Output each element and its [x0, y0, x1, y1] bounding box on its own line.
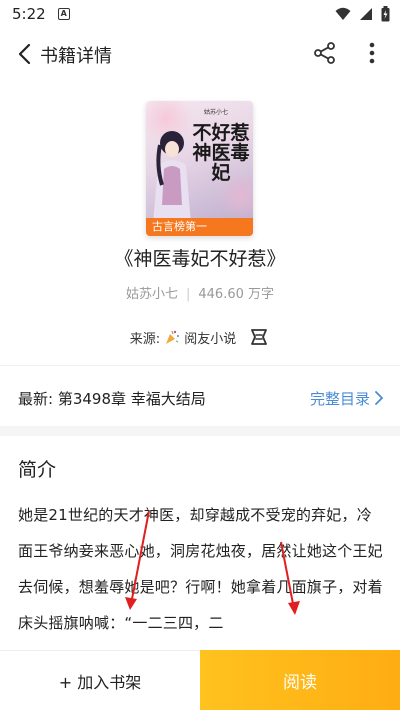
more-vertical-icon[interactable]	[362, 40, 382, 66]
cover-title-art: 不好惹神医毒妃	[192, 122, 250, 184]
cover-author: 姑苏小七	[204, 109, 229, 116]
battery-icon	[381, 6, 390, 22]
app-notification-icon: A	[57, 8, 70, 20]
party-popper-icon	[166, 330, 180, 344]
add-to-shelf-label[interactable]: + 加入书架	[59, 669, 142, 693]
section-gap	[0, 426, 400, 436]
back-arrow-icon[interactable]	[14, 42, 38, 66]
status-indicators	[335, 6, 390, 22]
book-title: 《神医毒妃不好惹》	[114, 248, 286, 270]
cover-rank-badge: 古言榜第一	[146, 218, 253, 236]
book-cover[interactable]: 姑苏小七 不好惹神医毒妃 古言榜第一	[146, 101, 253, 236]
wifi-icon	[335, 7, 351, 20]
chevron-right-icon	[375, 391, 383, 405]
status-bar: 5:22 A	[0, 0, 400, 28]
full-catalog-label[interactable]: 完整目录	[310, 388, 370, 409]
meta-separator: |	[186, 287, 191, 302]
latest-chapter-row[interactable]: 最新: 第3498章 幸福大结局 完整目录	[18, 386, 384, 410]
share-icon[interactable]	[312, 40, 338, 66]
read-button[interactable]: 阅读	[200, 650, 400, 710]
app-header: 书籍详情	[0, 34, 400, 74]
latest-chapter[interactable]: 最新: 第3498章 幸福大结局	[18, 388, 206, 409]
add-to-shelf-button[interactable]: + 加入书架	[0, 650, 200, 710]
status-time: 5:22	[12, 5, 46, 23]
source-name: 阅友小说	[184, 331, 237, 347]
book-author: 姑苏小七	[125, 287, 178, 302]
book-meta: 姑苏小七 | 446.60 万字	[0, 283, 400, 302]
page-title: 书籍详情	[40, 46, 112, 67]
intro-heading: 简介	[18, 459, 57, 481]
divider	[0, 365, 400, 366]
source-label: 来源:	[129, 331, 161, 347]
full-catalog-link[interactable]: 完整目录	[310, 388, 384, 409]
book-word-count: 446.60 万字	[198, 287, 275, 302]
switch-source-icon[interactable]	[248, 326, 270, 348]
intro-text[interactable]: 她是21世纪的天才神医，却穿越成不受宠的弃妃，冷面王爷纳妾来恶心她，洞房花烛夜，…	[18, 497, 384, 641]
read-label[interactable]: 阅读	[283, 668, 317, 693]
source-row: 来源: 阅友小说	[0, 325, 400, 349]
bottom-action-bar: + 加入书架 阅读	[0, 650, 400, 710]
signal-icon	[360, 8, 372, 20]
